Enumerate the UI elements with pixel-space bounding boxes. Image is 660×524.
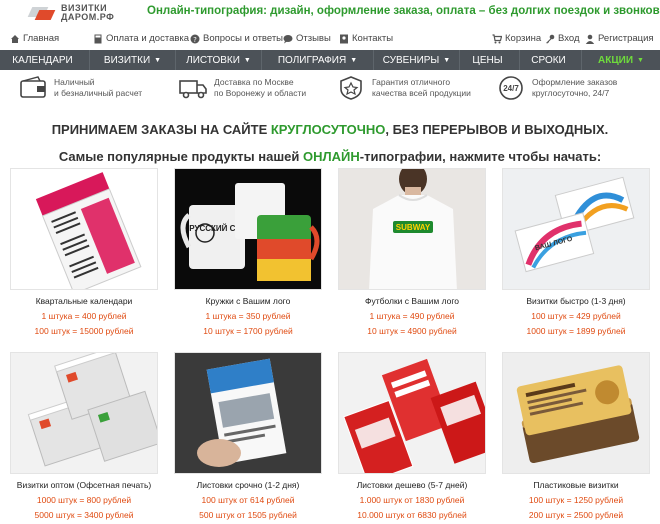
product-name[interactable]: Визитки быстро (1-3 дня) — [502, 296, 650, 306]
truck-icon — [179, 80, 207, 99]
svg-text:24/7: 24/7 — [503, 84, 519, 93]
faq-link[interactable]: ? Вопросы и ответы — [190, 33, 283, 44]
nav-prices[interactable]: ЦЕНЫ — [460, 50, 520, 70]
product-price: 100 штук = 15000 рублей — [34, 326, 134, 336]
site-header: ВИЗИТКИ ДАРОМ.РФ Онлайн-типография: диза… — [0, 0, 660, 26]
nav-souvenirs[interactable]: СУВЕНИРЫ ▼ — [374, 50, 460, 70]
product-price: 1 штука = 350 рублей — [205, 311, 291, 321]
site-logo[interactable]: ВИЗИТКИ ДАРОМ.РФ — [27, 2, 138, 24]
sub-headline: Самые популярные продукты нашей ОНЛАЙН-т… — [58, 149, 602, 164]
contacts-link[interactable]: Контакты — [339, 33, 393, 44]
tagline: Онлайн-типография: дизайн, оформление за… — [147, 5, 660, 17]
product-name[interactable]: Визитки оптом (Офсетная печать) — [10, 480, 158, 490]
payment-delivery-link[interactable]: Оплата и доставка — [93, 33, 189, 44]
nav-printing[interactable]: ПОЛИГРАФИЯ ▼ — [262, 50, 374, 70]
product-price: 1000 штук = 800 рублей — [36, 495, 132, 505]
features-strip: Наличный и безналичный расчет Доставка по… — [0, 73, 660, 107]
logo-mark-icon — [27, 4, 58, 22]
nav-promotions[interactable]: АКЦИИ ▼ — [582, 50, 660, 70]
nav-business-cards[interactable]: ВИЗИТКИ ▼ — [90, 50, 176, 70]
product-image-calendar[interactable] — [10, 168, 158, 290]
product-name[interactable]: Кружки с Вашим лого — [174, 296, 322, 306]
cart-link[interactable]: Корзина — [492, 33, 541, 44]
product-card-cheap-leaflets[interactable]: Листовки дешево (5-7 дней) 1.000 штук от… — [338, 352, 486, 520]
home-icon — [11, 34, 19, 43]
product-image-leaflet-stacks[interactable] — [338, 352, 486, 474]
svg-text:?: ? — [193, 36, 197, 44]
tshirt-logo-text: SUBWAY — [396, 223, 431, 232]
product-price: 10.000 штук от 6830 рублей — [357, 510, 467, 520]
cart-icon — [492, 33, 502, 43]
main-nav: КАЛЕНДАРИ ВИЗИТКИ ▼ ЛИСТОВКИ ▼ ПОЛИГРАФИЯ ▼… — [0, 50, 660, 70]
product-name[interactable]: Листовки дешево (5-7 дней) — [338, 480, 486, 490]
product-name[interactable]: Листовки срочно (1-2 дня) — [174, 480, 322, 490]
product-price: 1 штука = 400 рублей — [41, 311, 127, 321]
product-price: 10 штук = 4900 рублей — [367, 326, 457, 336]
clock-24-7-icon: 24/7 — [499, 76, 523, 100]
home-link[interactable]: Главная — [10, 33, 59, 44]
product-card-offset-cards[interactable]: Визитки оптом (Офсетная печать) 1000 шту… — [10, 352, 158, 520]
product-price: 100 штук = 1250 рублей — [528, 495, 624, 505]
product-card-fast-cards[interactable]: ВАШ ЛОГО Визитки быстро (1-3 дня) 100 шт… — [502, 168, 650, 336]
product-price: 1000 штук = 1899 рублей — [526, 326, 626, 336]
comment-icon — [283, 34, 293, 43]
product-price: 5000 штук = 3400 рублей — [34, 510, 134, 520]
product-card-urgent-leaflets[interactable]: Листовки срочно (1-2 дня) 100 штук от 61… — [174, 352, 322, 520]
product-price: 200 штук = 2500 рублей — [528, 510, 624, 520]
product-image-tshirt[interactable]: SUBWAY — [338, 168, 486, 290]
question-icon: ? — [190, 34, 200, 44]
chevron-down-icon: ▼ — [154, 56, 162, 64]
key-icon — [546, 34, 555, 43]
top-links-bar: Главная Оплата и доставка ? Вопросы и от… — [0, 30, 660, 48]
product-price: 1 штука = 490 рублей — [369, 311, 455, 321]
star-badge-icon — [340, 76, 362, 100]
main-headline: ПРИНИМАЕМ ЗАКАЗЫ НА САЙТЕ КРУГЛОСУТОЧНО,… — [51, 122, 609, 137]
product-card-mugs[interactable]: РУССКИЙ СТАНДАРТ Кружки с Вашим лого 1 ш… — [174, 168, 322, 336]
feature-quality: Гарантия отличного качества всей продукци… — [336, 75, 471, 101]
product-image-card-stacks[interactable] — [10, 352, 158, 474]
login-link[interactable]: Вход — [545, 33, 580, 44]
product-name[interactable]: Футболки с Вашим лого — [338, 296, 486, 306]
chevron-down-icon: ▼ — [243, 56, 251, 64]
product-image-business-cards[interactable]: ВАШ ЛОГО — [502, 168, 650, 290]
chevron-down-icon: ▼ — [637, 56, 644, 64]
feature-24-7: 24/7 Оформление заказов круглосуточно, 24… — [496, 75, 617, 101]
product-price: 100 штук = 429 рублей — [531, 311, 621, 321]
product-image-plastic-cards[interactable] — [502, 352, 650, 474]
product-price: 500 штук от 1505 рублей — [199, 510, 297, 520]
register-link[interactable]: Регистрация — [585, 33, 654, 44]
product-card-tshirts[interactable]: SUBWAY Футболки с Вашим лого 1 штука = 4… — [338, 168, 486, 336]
nav-terms[interactable]: СРОКИ — [520, 50, 582, 70]
logo-line2: ДАРОМ.РФ — [61, 12, 115, 22]
chevron-down-icon: ▼ — [443, 56, 451, 64]
wallet-icon — [20, 76, 46, 98]
product-image-mugs[interactable]: РУССКИЙ СТАНДАРТ — [174, 168, 322, 290]
product-price: 100 штук от 614 рублей — [201, 495, 295, 505]
nav-leaflets[interactable]: ЛИСТОВКИ ▼ — [176, 50, 262, 70]
chevron-down-icon: ▼ — [350, 56, 358, 64]
feature-delivery: Доставка по Москве по Воронежу и области — [178, 75, 306, 101]
product-name[interactable]: Пластиковые визитки — [502, 480, 650, 490]
product-price: 1.000 штук от 1830 рублей — [359, 495, 465, 505]
nav-calendars[interactable]: КАЛЕНДАРИ — [0, 50, 90, 70]
calculator-icon — [94, 34, 102, 43]
feature-payment: Наличный и безналичный расчет — [18, 75, 142, 101]
reviews-link[interactable]: Отзывы — [283, 33, 331, 44]
product-image-leaflet-in-hand[interactable] — [174, 352, 322, 474]
user-icon — [585, 34, 595, 44]
product-name[interactable]: Квартальные календари — [10, 296, 158, 306]
product-card-calendars[interactable]: Квартальные календари 1 штука = 400 рубл… — [10, 168, 158, 336]
contact-card-icon — [340, 34, 348, 43]
product-price: 10 штук = 1700 рублей — [203, 326, 293, 336]
product-card-plastic-cards[interactable]: Пластиковые визитки 100 штук = 1250 рубл… — [502, 352, 650, 520]
